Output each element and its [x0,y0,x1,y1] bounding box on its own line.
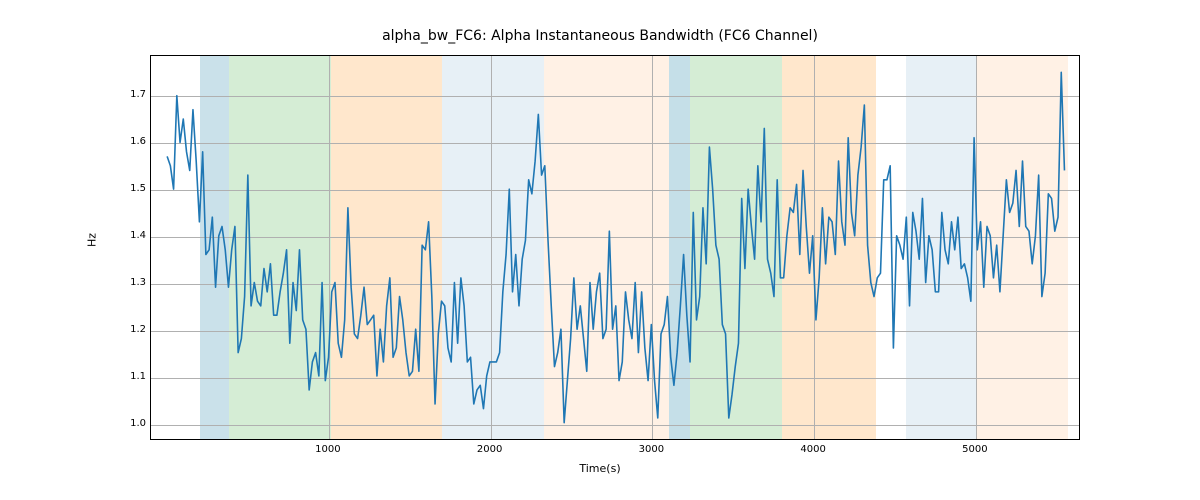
y-tick-label: 1.5 [118,183,146,194]
plot-area [150,55,1080,440]
x-axis-label: Time(s) [0,462,1200,475]
line-plot [151,56,1079,439]
figure: alpha_bw_FC6: Alpha Instantaneous Bandwi… [0,0,1200,500]
y-tick-label: 1.0 [118,418,146,429]
y-axis-label: Hz [86,233,99,247]
x-tick-label: 5000 [945,444,1005,455]
x-tick-label: 2000 [460,444,520,455]
y-tick-label: 1.7 [118,89,146,100]
y-tick-label: 1.3 [118,277,146,288]
x-tick-label: 3000 [621,444,681,455]
y-tick-label: 1.1 [118,371,146,382]
x-tick-label: 4000 [783,444,843,455]
y-tick-label: 1.2 [118,324,146,335]
x-tick-label: 1000 [298,444,358,455]
series-line [167,72,1064,422]
chart-title: alpha_bw_FC6: Alpha Instantaneous Bandwi… [0,28,1200,44]
y-tick-label: 1.4 [118,230,146,241]
y-tick-label: 1.6 [118,136,146,147]
